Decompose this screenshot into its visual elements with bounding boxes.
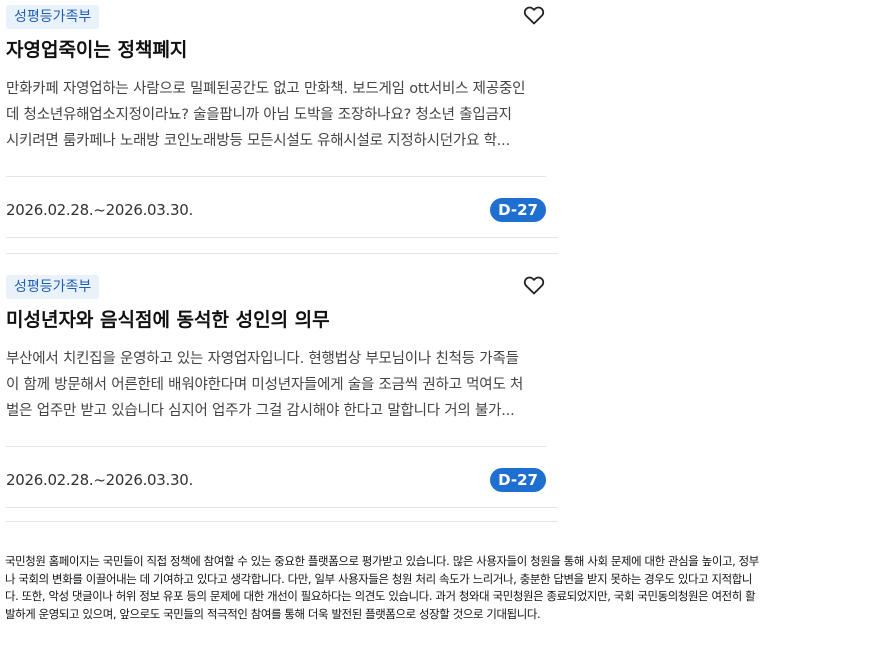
card-title[interactable]: 미성년자와 음식점에 동석한 성인의 의무 [6,306,558,334]
description-line: 나 국회의 변화를 이끌어내는 데 기여하고 있다고 생각합니다. 다만, 일부… [5,571,753,586]
heart-icon[interactable] [522,273,546,297]
site-description: 국민청원 홈페이지는 국민들이 직접 정책에 참여할 수 있는 중요한 플랫폼으… [5,553,845,623]
heart-icon[interactable] [522,3,546,27]
summary-line: 부산에서 치킨집을 운영하고 있는 자영업자입니다. 현행법상 부모님이나 친척… [6,351,519,367]
dday-badge: D-27 [490,468,546,492]
list-divider [6,507,558,508]
list-divider [6,237,558,238]
summary-line: 만화카페 자영업하는 사람으로 밀폐된공간도 없고 만화책. 보드게임 ott서… [6,81,526,97]
petition-card[interactable]: 성평등가족부 자영업죽이는 정책폐지 만화카페 자영업하는 사람으로 밀폐된공간… [6,0,558,243]
summary-line: 시키려면 룸카페나 노래방 코인노래방등 모든시설도 유해시설로 지정하시던가요… [6,133,510,149]
list-divider [6,253,558,254]
petition-card[interactable]: 성평등가족부 미성년자와 음식점에 동석한 성인의 의무 부산에서 치킨집을 운… [6,270,558,513]
list-divider [6,521,558,522]
summary-line: 이 함께 방문해서 어른한테 배워야한다며 미성년자들에게 술을 조금씩 권하고… [6,377,524,393]
summary-line: 벌은 업주만 받고 있습니다 심지어 업주가 그걸 감시해야 한다고 말합니다 … [6,403,515,419]
description-line: 국민청원 홈페이지는 국민들이 직접 정책에 참여할 수 있는 중요한 플랫폼으… [5,554,759,568]
petition-period: 2026.02.28.~2026.03.30. [6,201,193,219]
card-header: 성평등가족부 [6,0,558,30]
dday-badge: D-27 [490,198,546,222]
description-line: 다. 또한, 악성 댓글이나 허위 정보 유포 등의 문제에 대한 개선이 필요… [5,589,756,603]
description-line: 발하게 운영되고 있으며, 앞으로도 국민들의 적극적인 참여를 통해 더욱 발… [5,606,541,621]
petition-period: 2026.02.28.~2026.03.30. [6,471,193,489]
card-title[interactable]: 자영업죽이는 정책폐지 [6,36,558,64]
category-tag: 성평등가족부 [6,4,100,29]
summary-line: 데 청소년유해업소지정이라뇨? 술을팝니까 아님 도박을 조장하나요? 청소년 … [6,107,512,123]
card-footer: 2026.02.28.~2026.03.30. D-27 [6,447,546,513]
card-footer: 2026.02.28.~2026.03.30. D-27 [6,177,546,243]
card-summary: 만화카페 자영업하는 사람으로 밀폐된공간도 없고 만화책. 보드게임 ott서… [6,76,546,154]
card-summary: 부산에서 치킨집을 운영하고 있는 자영업자입니다. 현행법상 부모님이나 친척… [6,346,546,424]
category-tag: 성평등가족부 [6,274,100,299]
card-header: 성평등가족부 [6,270,558,300]
